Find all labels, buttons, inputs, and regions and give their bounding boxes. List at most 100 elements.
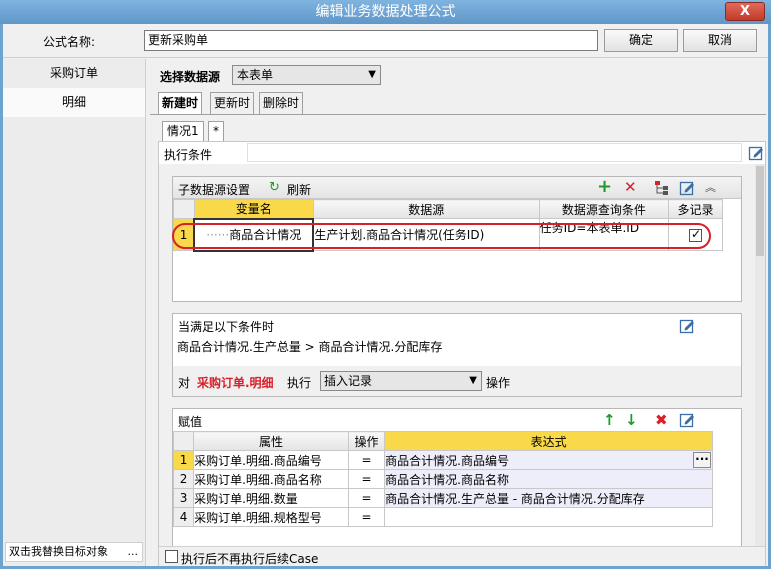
operator-cell[interactable]: = bbox=[347, 488, 386, 508]
expression-text: 商品合计情况.商品编号 bbox=[385, 453, 509, 468]
exec-condition-input[interactable] bbox=[247, 143, 742, 162]
edit-icon[interactable] bbox=[679, 412, 695, 428]
formula-name-input[interactable]: 更新采购单 bbox=[144, 30, 598, 51]
operation-label: 操作 bbox=[486, 376, 511, 390]
row-number: 2 bbox=[172, 469, 195, 489]
assign-header: 赋值 ↑ ↓ ✖ bbox=[173, 409, 741, 431]
ok-button[interactable]: 确定 bbox=[604, 29, 678, 52]
tab-divider bbox=[150, 114, 766, 115]
condition-expression[interactable]: 商品合计情况.生产总量 > 商品合计情况.分配库存 bbox=[177, 338, 442, 355]
expression-cell[interactable]: 商品合计情况.生产总量 - 商品合计情况.分配库存 bbox=[384, 488, 713, 508]
move-up-icon[interactable]: ↑ bbox=[603, 412, 616, 428]
for-label: 对 bbox=[178, 376, 191, 390]
tab-case-1[interactable]: 情况1 bbox=[162, 121, 204, 141]
attribute-cell[interactable]: 采购订单.明细.数量 bbox=[193, 488, 349, 508]
cancel-button[interactable]: 取消 bbox=[683, 29, 757, 52]
table-row[interactable]: 3 采购订单.明细.数量 = 商品合计情况.生产总量 - 商品合计情况.分配库存 bbox=[172, 488, 713, 508]
column-header[interactable]: 属性 bbox=[193, 431, 349, 451]
move-down-icon[interactable]: ↓ bbox=[625, 412, 638, 428]
table-row[interactable]: 2 采购订单.明细.商品名称 = 商品合计情况.商品名称 bbox=[172, 469, 713, 489]
sub-datasource-header: 子数据源设置 ↻ 刷新 + ✕ ︽ bbox=[173, 177, 741, 199]
datasource-select[interactable]: 本表单 ▼ bbox=[232, 65, 381, 85]
edit-icon[interactable] bbox=[679, 180, 695, 196]
collapse-icon[interactable]: ︽ bbox=[705, 180, 716, 196]
edit-icon[interactable] bbox=[748, 145, 764, 161]
tab-on-create[interactable]: 新建时 bbox=[158, 92, 203, 115]
case-panel: 执行条件 子数据源设置 ↻ 刷新 + ✕ ︽ 变量名 数据源 数据源查询条件 多… bbox=[158, 141, 766, 566]
table-row[interactable]: 1 采购订单.明细.商品编号 = 商品合计情况.商品编号 ··· bbox=[172, 450, 713, 470]
column-header[interactable]: 数据源 bbox=[312, 199, 540, 219]
delete-icon[interactable]: ✖ bbox=[655, 412, 668, 428]
target-tree: 采购订单 明细 双击我替换目标对象 ... bbox=[3, 59, 146, 566]
condition-header: 当满足以下条件时 bbox=[173, 314, 741, 336]
action-select[interactable]: 插入记录 ▼ bbox=[320, 371, 482, 391]
expression-cell[interactable]: 商品合计情况.商品编号 ··· bbox=[384, 450, 713, 470]
datasource-value: 本表单 bbox=[237, 68, 274, 82]
edit-icon[interactable] bbox=[679, 318, 695, 334]
operator-cell[interactable]: = bbox=[347, 450, 386, 470]
refresh-label[interactable]: 刷新 bbox=[287, 181, 311, 198]
row-number-header bbox=[172, 431, 195, 451]
row-number: 1 bbox=[172, 450, 195, 470]
tree-icon[interactable] bbox=[654, 180, 670, 196]
column-header[interactable]: 操作 bbox=[347, 431, 386, 451]
condition-box: 当满足以下条件时 商品合计情况.生产总量 > 商品合计情况.分配库存 对 采购订… bbox=[172, 313, 742, 397]
column-header[interactable]: 数据源查询条件 bbox=[538, 199, 670, 219]
table-header-row: 变量名 数据源 数据源查询条件 多记录 bbox=[173, 199, 723, 219]
window-title: 编辑业务数据处理公式 bbox=[315, 4, 456, 20]
tree-item-detail[interactable]: 明细 bbox=[3, 88, 145, 117]
dialog-window: 公式名称: 更新采购单 确定 取消 采购订单 明细 双击我替换目标对象 ... … bbox=[3, 24, 768, 566]
attribute-cell[interactable]: 采购订单.明细.商品名称 bbox=[193, 469, 349, 489]
column-header[interactable]: 多记录 bbox=[668, 199, 723, 219]
assign-table: 属性 操作 表达式 1 采购订单.明细.商品编号 = 商品合计情况.商品编号 ··… bbox=[172, 431, 713, 527]
row-number-header bbox=[173, 199, 195, 219]
exec-condition-label: 执行条件 bbox=[164, 148, 213, 162]
stop-after-label: 执行后不再执行后续Case bbox=[181, 552, 319, 566]
stop-after-checkbox[interactable] bbox=[165, 550, 178, 563]
case-scroll-area: 子数据源设置 ↻ 刷新 + ✕ ︽ 变量名 数据源 数据源查询条件 多记录 1 … bbox=[159, 164, 765, 546]
datasource-label: 选择数据源 bbox=[160, 70, 221, 84]
tree-item-purchase-order[interactable]: 采购订单 bbox=[3, 59, 145, 88]
chevron-down-icon: ▼ bbox=[469, 375, 477, 386]
operator-cell[interactable]: = bbox=[347, 469, 386, 489]
action-row: 对 采购订单.明细 执行 插入记录 ▼ 操作 bbox=[173, 366, 741, 396]
title-bar: 编辑业务数据处理公式 X bbox=[0, 0, 771, 24]
action-value: 插入记录 bbox=[324, 374, 373, 388]
footer-row: 执行后不再执行后续Case bbox=[159, 546, 765, 566]
exec-label: 执行 bbox=[287, 376, 312, 390]
operator-cell[interactable]: = bbox=[347, 507, 386, 527]
tab-on-delete[interactable]: 删除时 bbox=[259, 92, 304, 114]
chevron-down-icon: ▼ bbox=[368, 69, 376, 80]
replace-target-button[interactable]: ... bbox=[128, 543, 139, 561]
delete-icon[interactable]: ✕ bbox=[624, 179, 637, 195]
condition-title: 当满足以下条件时 bbox=[178, 320, 275, 334]
expression-cell[interactable]: 商品合计情况.商品名称 bbox=[384, 469, 713, 489]
column-header[interactable]: 变量名 bbox=[193, 199, 314, 219]
scrollbar-thumb[interactable] bbox=[756, 166, 764, 256]
sub-datasource-box: 子数据源设置 ↻ 刷新 + ✕ ︽ 变量名 数据源 数据源查询条件 多记录 1 … bbox=[172, 176, 742, 302]
formula-name-label: 公式名称: bbox=[43, 35, 96, 49]
editor-panel: 选择数据源 本表单 ▼ 新建时 更新时 删除时 情况1 * 执行条件 子数据源设… bbox=[150, 59, 766, 566]
add-icon[interactable]: + bbox=[597, 178, 612, 196]
table-header-row: 属性 操作 表达式 bbox=[172, 431, 713, 451]
replace-target-label: 双击我替换目标对象 bbox=[9, 545, 108, 558]
row-number: 3 bbox=[172, 488, 195, 508]
target-object: 采购订单.明细 bbox=[197, 376, 274, 390]
attribute-cell[interactable]: 采购订单.明细.商品编号 bbox=[193, 450, 349, 470]
expression-builder-button[interactable]: ··· bbox=[693, 452, 711, 468]
attribute-cell[interactable]: 采购订单.明细.规格型号 bbox=[193, 507, 349, 527]
sub-datasource-title: 子数据源设置 bbox=[178, 183, 251, 197]
formula-bar: 公式名称: 更新采购单 确定 取消 bbox=[3, 24, 768, 58]
exec-condition-row: 执行条件 bbox=[159, 142, 765, 164]
replace-target-field[interactable]: 双击我替换目标对象 ... bbox=[5, 542, 143, 562]
column-header[interactable]: 表达式 bbox=[384, 431, 713, 451]
vertical-scrollbar[interactable] bbox=[755, 164, 765, 546]
refresh-icon[interactable]: ↻ bbox=[269, 180, 280, 196]
tab-on-update[interactable]: 更新时 bbox=[210, 92, 255, 114]
tab-case-new[interactable]: * bbox=[208, 121, 224, 141]
row-number: 4 bbox=[172, 507, 195, 527]
table-row[interactable]: 4 采购订单.明细.规格型号 = bbox=[172, 507, 713, 527]
close-button[interactable]: X bbox=[725, 2, 765, 21]
highlight-ring bbox=[172, 223, 711, 249]
expression-cell[interactable] bbox=[384, 507, 713, 527]
